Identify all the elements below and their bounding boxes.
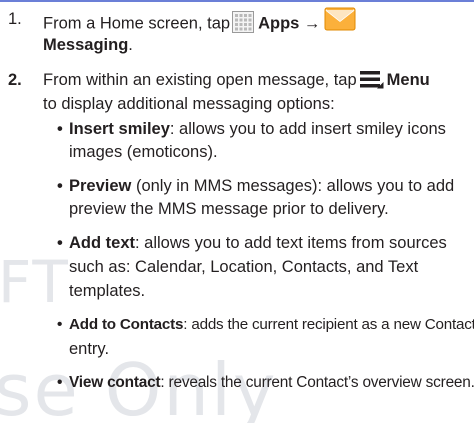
watermark-line-1: FT (0, 248, 70, 316)
bullet-term: Insert smiley (69, 120, 170, 138)
step-1-line-2: Messaging. (43, 34, 133, 56)
step-1-number: 1. (8, 10, 22, 28)
bullet-view-contact: • View contact: reveals the current Conta… (57, 372, 474, 394)
messaging-envelope-icon (324, 2, 356, 34)
step-2-number: 2. (8, 71, 22, 89)
bullet-add-text-cont-2: templates. (69, 282, 146, 300)
bullet-dot: • (57, 316, 63, 333)
bullet-dot: • (57, 374, 63, 391)
bullet-text: (only in MMS messages): allows you to ad… (131, 177, 455, 195)
bullet-term: Add to Contacts (69, 316, 184, 333)
bullet-text: : allows you to add text items from sour… (135, 234, 447, 252)
bullet-dot: • (57, 120, 63, 138)
bullet-preview: • Preview (only in MMS messages): allows … (57, 175, 454, 197)
bullet-add-to-contacts-cont: entry. (69, 340, 110, 358)
bullet-insert-smiley-cont: images (emoticons). (69, 143, 218, 161)
bullet-term: Preview (69, 177, 132, 195)
bullet-dot: • (57, 234, 63, 252)
manual-page: FT se Only 1. From a Home screen, tap Ap… (0, 0, 474, 423)
bullet-add-text-cont-1: such as: Calendar, Location, Contacts, a… (69, 258, 419, 276)
step-1-period: . (128, 36, 133, 54)
bullet-dot: • (57, 177, 63, 195)
bullet-term: View contact (69, 374, 161, 391)
bullet-term: Add text (69, 234, 135, 252)
arrow-symbol: → (303, 14, 321, 33)
bullet-text: : reveals the current Contact’s overview… (160, 374, 474, 391)
bullet-add-to-contacts: • Add to Contacts: adds the current recip… (57, 314, 474, 336)
top-rule (0, 0, 474, 2)
menu-label: Menu (386, 71, 430, 89)
apps-label: Apps (258, 14, 300, 33)
step-2-line-1: From within an existing open message, ta… (43, 69, 430, 91)
bullet-add-text: • Add text: allows you to add text items … (57, 232, 447, 254)
messaging-label: Messaging (43, 36, 129, 54)
apps-grid-icon (232, 11, 255, 33)
step-2-line-2: to display additional messaging options: (43, 95, 335, 113)
step-2-text: From within an existing open message, ta… (43, 71, 357, 89)
bullet-text: : allows you to add insert smiley icons (169, 120, 446, 138)
step-1-text: From a Home screen, tap (43, 14, 231, 33)
bullet-insert-smiley: • Insert smiley: allows you to add insert… (57, 118, 446, 140)
bullet-preview-cont: preview the MMS message prior to deliver… (69, 200, 389, 218)
menu-icon (359, 69, 384, 89)
bullet-text: : adds the current recipient as a new Co… (183, 316, 474, 333)
